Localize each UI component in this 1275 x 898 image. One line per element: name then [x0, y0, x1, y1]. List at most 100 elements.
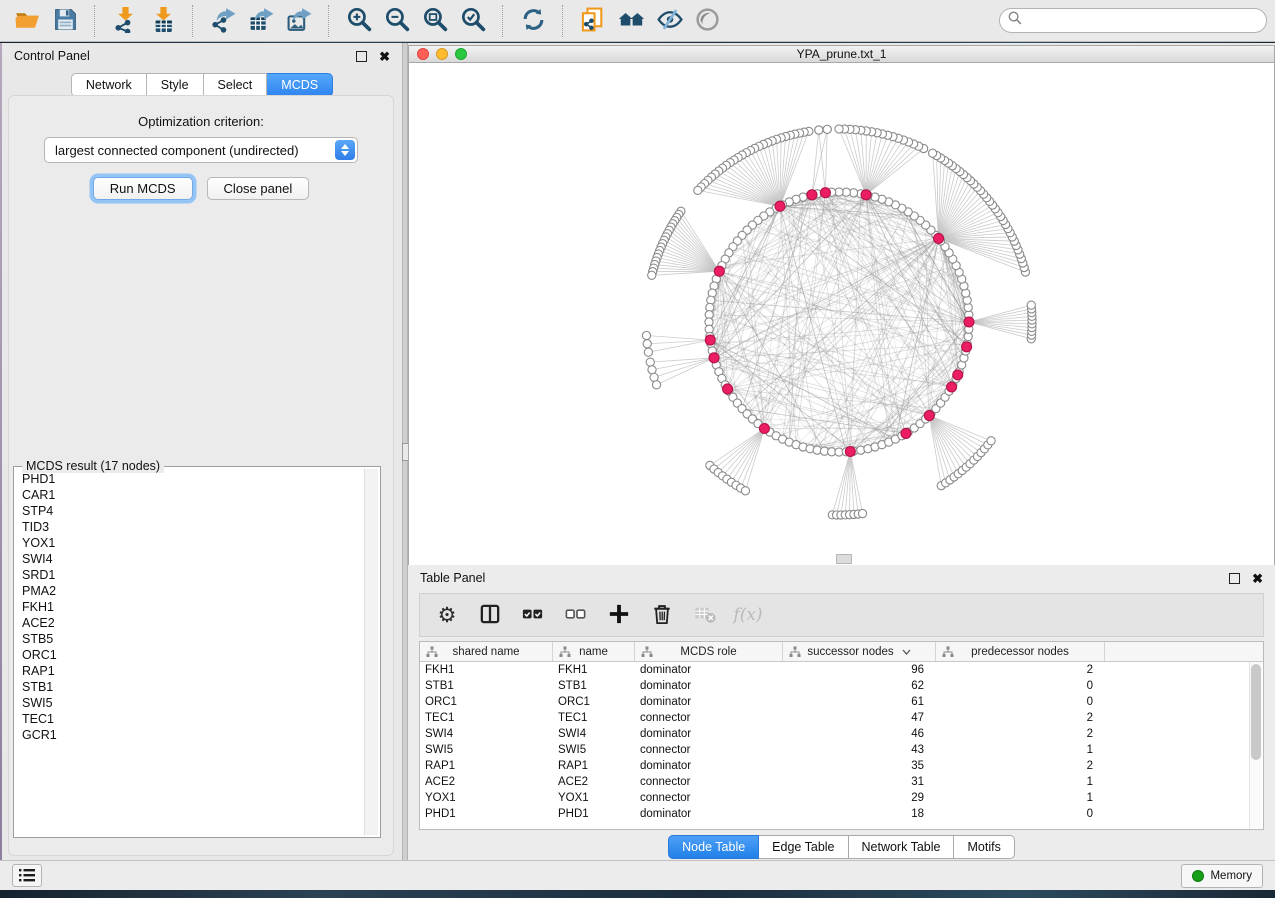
table-row[interactable]: SWI5SWI5connector431 — [420, 742, 1263, 758]
mcds-result-node[interactable]: SRD1 — [16, 567, 363, 583]
mcds-result-scrollbar[interactable] — [364, 469, 378, 835]
cell-predecessor-nodes: 2 — [936, 728, 1105, 740]
cell-MCDS-role: dominator — [635, 680, 783, 692]
table-row[interactable]: RAP1RAP1dominator352 — [420, 758, 1263, 774]
mcds-result-node[interactable]: PHD1 — [16, 471, 363, 487]
deselect-all-columns-button[interactable] — [559, 598, 593, 632]
tab-motifs[interactable]: Motifs — [954, 835, 1014, 859]
mcds-result-node[interactable]: STB5 — [16, 631, 363, 647]
mcds-result-node[interactable]: STP4 — [16, 503, 363, 519]
select-all-icon — [521, 602, 545, 629]
node-table-scrollbar[interactable] — [1249, 662, 1262, 828]
table-mode-button[interactable]: ⚙ — [430, 598, 464, 632]
mcds-result-node[interactable]: YOX1 — [16, 535, 363, 551]
mcds-result-node[interactable]: TID3 — [16, 519, 363, 535]
refresh-view-button[interactable] — [514, 4, 552, 38]
cell-successor-nodes: 18 — [783, 808, 936, 820]
select-all-columns-button[interactable] — [516, 598, 550, 632]
float-table-panel-icon[interactable] — [1229, 573, 1240, 584]
export-network-button[interactable] — [204, 4, 242, 38]
table-row[interactable]: SWI4SWI4dominator462 — [420, 726, 1263, 742]
mcds-result-node[interactable]: RAP1 — [16, 663, 363, 679]
zoom-fit-button[interactable] — [416, 4, 454, 38]
column-label: name — [579, 646, 608, 658]
show-columns-button[interactable] — [473, 598, 507, 632]
open-file-button[interactable] — [8, 4, 46, 38]
delete-columns-button[interactable] — [645, 598, 679, 632]
tab-network[interactable]: Network — [71, 73, 147, 97]
cell-successor-nodes: 35 — [783, 760, 936, 772]
cell-name: PHD1 — [553, 808, 635, 820]
column-header-predecessor-nodes[interactable]: predecessor nodes — [936, 642, 1105, 661]
function-icon: f(x) — [733, 605, 762, 625]
cell-shared-name: RAP1 — [420, 760, 553, 772]
table-row[interactable]: YOX1YOX1connector291 — [420, 790, 1263, 806]
cell-name: SWI5 — [553, 744, 635, 756]
zoom-in-button[interactable] — [340, 4, 378, 38]
table-row[interactable]: ORC1ORC1dominator610 — [420, 694, 1263, 710]
mcds-result-node[interactable]: SWI4 — [16, 551, 363, 567]
mcds-result-node[interactable]: GCR1 — [16, 727, 363, 743]
panel-list-button[interactable] — [12, 864, 42, 887]
save-session-button[interactable] — [46, 4, 84, 38]
table-row[interactable]: TEC1TEC1connector472 — [420, 710, 1263, 726]
hide-graphics-details-button[interactable] — [650, 4, 688, 38]
mcds-result-node[interactable]: CAR1 — [16, 487, 363, 503]
table-row[interactable]: FKH1FKH1dominator962 — [420, 662, 1263, 678]
mcds-result-node[interactable]: ORC1 — [16, 647, 363, 663]
memory-button[interactable]: Memory — [1181, 864, 1263, 888]
zoom-out-button[interactable] — [378, 4, 416, 38]
table-row[interactable]: PHD1PHD1dominator180 — [420, 806, 1263, 822]
close-panel-button[interactable]: Close panel — [207, 177, 310, 200]
table-panel-titlebar: Table Panel ✖ — [408, 565, 1275, 591]
show-panels-button[interactable] — [612, 4, 650, 38]
network-window-titlebar[interactable]: YPA_prune.txt_1 — [408, 45, 1275, 63]
mcds-result-node[interactable]: ACE2 — [16, 615, 363, 631]
column-header-successor-nodes[interactable]: successor nodes — [783, 642, 936, 661]
cell-name: SWI4 — [553, 728, 635, 740]
birdseye-view-button[interactable] — [688, 4, 726, 38]
table-row[interactable]: STB1STB1dominator620 — [420, 678, 1263, 694]
mcds-result-node[interactable]: SWI5 — [16, 695, 363, 711]
tab-edge-table[interactable]: Edge Table — [759, 835, 848, 859]
cell-shared-name: FKH1 — [420, 664, 553, 676]
create-column-button[interactable] — [602, 598, 636, 632]
toolbar-separator — [502, 5, 504, 37]
tab-mcds[interactable]: MCDS — [267, 73, 333, 97]
cell-predecessor-nodes: 1 — [936, 792, 1105, 804]
tab-style[interactable]: Style — [147, 73, 204, 97]
mcds-result-node[interactable]: FKH1 — [16, 599, 363, 615]
column-header-name[interactable]: name — [553, 642, 635, 661]
mcds-result-node[interactable]: TEC1 — [16, 711, 363, 727]
cell-MCDS-role: connector — [635, 776, 783, 788]
optimization-criterion-select[interactable]: largest connected component (undirected) — [44, 137, 358, 163]
refresh-view-icon — [520, 6, 547, 36]
network-graph[interactable] — [409, 63, 1275, 563]
tab-node-table[interactable]: Node Table — [668, 835, 759, 859]
table-row[interactable]: ACE2ACE2connector311 — [420, 774, 1263, 790]
column-header-shared-name[interactable]: shared name — [420, 642, 553, 661]
search-box[interactable] — [999, 8, 1267, 33]
network-view[interactable] — [408, 63, 1275, 565]
new-network-from-selection-button[interactable] — [574, 4, 612, 38]
tab-network-table[interactable]: Network Table — [849, 835, 955, 859]
column-header-MCDS-role[interactable]: MCDS role — [635, 642, 783, 661]
export-image-button[interactable] — [280, 4, 318, 38]
import-network-icon — [112, 6, 139, 36]
cell-shared-name: TEC1 — [420, 712, 553, 724]
zoom-selected-button[interactable] — [454, 4, 492, 38]
network-table-split-grip[interactable] — [836, 554, 852, 564]
import-network-button[interactable] — [106, 4, 144, 38]
import-table-button[interactable] — [144, 4, 182, 38]
export-table-button[interactable] — [242, 4, 280, 38]
mcds-result-node[interactable]: PMA2 — [16, 583, 363, 599]
float-panel-icon[interactable] — [356, 51, 367, 62]
run-mcds-button[interactable]: Run MCDS — [93, 177, 193, 200]
tab-select[interactable]: Select — [204, 73, 268, 97]
close-panel-icon[interactable]: ✖ — [379, 50, 390, 63]
mcds-result-node[interactable]: STB1 — [16, 679, 363, 695]
node-table-scroll-thumb[interactable] — [1251, 664, 1261, 760]
close-table-panel-icon[interactable]: ✖ — [1252, 572, 1263, 585]
zoom-selected-icon — [460, 6, 487, 36]
search-input[interactable] — [1027, 13, 1258, 29]
